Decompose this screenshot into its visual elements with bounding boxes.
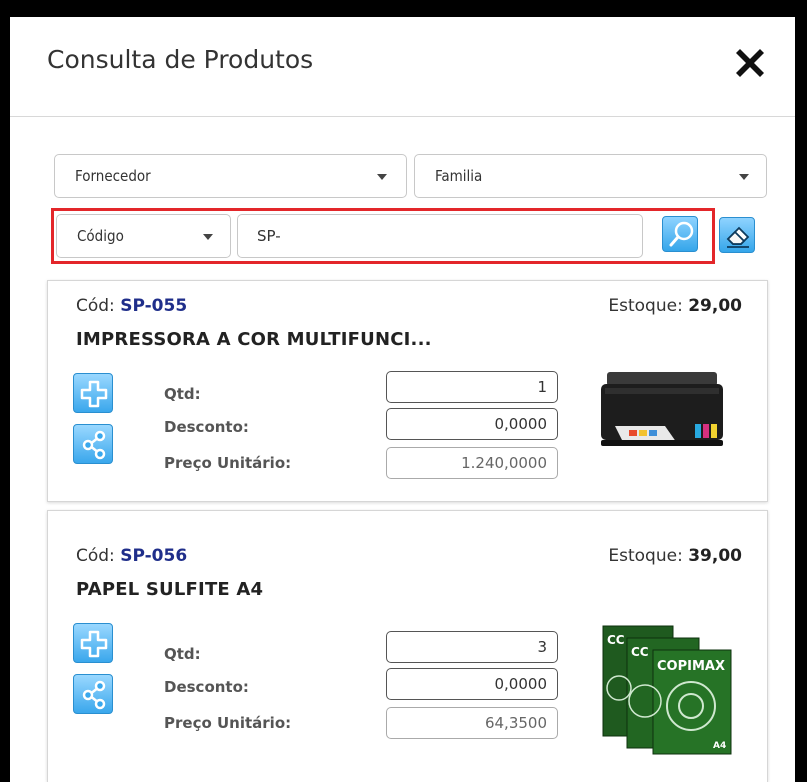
qtd-input[interactable]: 3	[386, 631, 558, 663]
product-code-label: Cód:	[76, 296, 115, 316]
modal-title: Consulta de Produtos	[47, 45, 314, 74]
preco-unitario-label: Preço Unitário:	[164, 454, 292, 472]
modal-header: Consulta de Produtos	[10, 17, 795, 117]
qtd-label: Qtd:	[164, 645, 201, 663]
window-frame-top	[0, 0, 807, 17]
product-card[interactable]: Cód: SP-055 Estoque: 29,00 IMPRESSORA A …	[47, 280, 768, 502]
ream-brand-short: CC	[631, 645, 649, 659]
share-button[interactable]	[73, 424, 113, 464]
stock-label: Estoque:	[608, 296, 683, 316]
product-code-value: SP-056	[120, 546, 188, 566]
desconto-label: Desconto:	[164, 418, 249, 436]
share-icon	[82, 430, 106, 460]
chevron-down-icon	[203, 234, 213, 240]
qtd-label: Qtd:	[164, 385, 201, 403]
preco-unitario-field: 1.240,0000	[386, 447, 558, 479]
stock-value: 39,00	[688, 546, 742, 566]
product-code-value: SP-055	[120, 296, 188, 316]
window-frame-right	[795, 0, 807, 782]
close-icon[interactable]	[730, 43, 770, 83]
printer-image	[601, 372, 723, 446]
eraser-icon	[726, 226, 750, 248]
plus-icon	[80, 380, 108, 408]
desconto-label: Desconto:	[164, 678, 249, 696]
desconto-input[interactable]: 0,0000	[386, 668, 558, 700]
share-button[interactable]	[73, 674, 113, 714]
product-code-label: Cód:	[76, 546, 115, 566]
qtd-input[interactable]: 1	[386, 371, 558, 403]
fornecedor-select[interactable]: Fornecedor	[54, 154, 407, 198]
ream-brand-short: CC	[607, 633, 625, 647]
stock: Estoque: 39,00	[608, 546, 742, 566]
add-button[interactable]	[73, 373, 113, 413]
fornecedor-select-value: Fornecedor	[75, 167, 151, 185]
preco-unitario-field: 64,3500	[386, 707, 558, 739]
paper-ream-image: CC CC COPIMAX A4	[602, 625, 732, 755]
search-field-select[interactable]: Código	[56, 214, 231, 258]
familia-select-value: Familia	[435, 167, 483, 185]
product-name: IMPRESSORA A COR MULTIFUNCI...	[76, 329, 432, 350]
search-input-value: SP-	[257, 227, 281, 245]
search-input[interactable]: SP-	[237, 214, 643, 258]
plus-icon	[80, 630, 108, 658]
clear-button[interactable]	[719, 217, 755, 253]
ream-size: A4	[713, 741, 726, 751]
stock-label: Estoque:	[608, 546, 683, 566]
chevron-down-icon	[739, 174, 749, 180]
product-code: Cód: SP-055	[76, 296, 187, 316]
product-search-modal: Consulta de Produtos Fornecedor Familia …	[10, 17, 795, 782]
window-frame-left	[0, 0, 10, 782]
magnifier-icon	[669, 221, 694, 247]
preco-unitario-label: Preço Unitário:	[164, 714, 292, 732]
add-button[interactable]	[73, 623, 113, 663]
share-icon	[82, 680, 106, 710]
product-name: PAPEL SULFITE A4	[76, 579, 264, 600]
stock: Estoque: 29,00	[608, 296, 742, 316]
ream-brand: COPIMAX	[657, 659, 725, 674]
stock-value: 29,00	[688, 296, 742, 316]
familia-select[interactable]: Familia	[414, 154, 767, 198]
product-card[interactable]: Cód: SP-056 Estoque: 39,00 PAPEL SULFITE…	[47, 510, 768, 782]
search-field-value: Código	[77, 227, 124, 245]
desconto-input[interactable]: 0,0000	[386, 408, 558, 440]
search-button[interactable]	[662, 216, 698, 252]
product-code: Cód: SP-056	[76, 546, 187, 566]
chevron-down-icon	[377, 174, 387, 180]
